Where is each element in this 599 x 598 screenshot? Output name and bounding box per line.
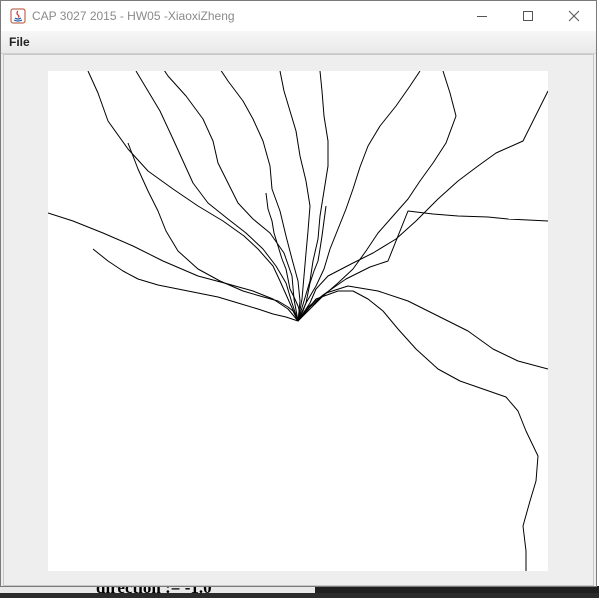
maximize-button[interactable] xyxy=(505,1,551,31)
menu-file[interactable]: File xyxy=(9,35,30,49)
dla-tree-drawing xyxy=(48,71,548,571)
window-title: CAP 3027 2015 - HW05 -XiaoxiZheng xyxy=(32,9,235,23)
java-icon xyxy=(10,8,26,24)
minimize-icon xyxy=(477,16,487,17)
branch xyxy=(135,71,299,322)
minimize-button[interactable] xyxy=(459,1,505,31)
branch xyxy=(297,71,329,322)
branch xyxy=(127,142,299,322)
menu-bar: File xyxy=(1,31,596,54)
branch xyxy=(279,71,311,322)
branch xyxy=(220,71,301,322)
branch xyxy=(297,290,539,571)
close-icon xyxy=(568,10,580,22)
branch xyxy=(297,71,421,322)
branch xyxy=(297,285,548,370)
app-window: CAP 3027 2015 - HW05 -XiaoxiZheng File xyxy=(0,0,597,587)
taskbar-strip xyxy=(315,586,599,593)
branch xyxy=(48,212,299,322)
branch xyxy=(297,210,548,322)
close-button[interactable] xyxy=(551,1,597,31)
title-bar[interactable]: CAP 3027 2015 - HW05 -XiaoxiZheng xyxy=(1,1,596,31)
drawing-canvas[interactable] xyxy=(48,71,548,571)
maximize-icon xyxy=(523,11,533,21)
